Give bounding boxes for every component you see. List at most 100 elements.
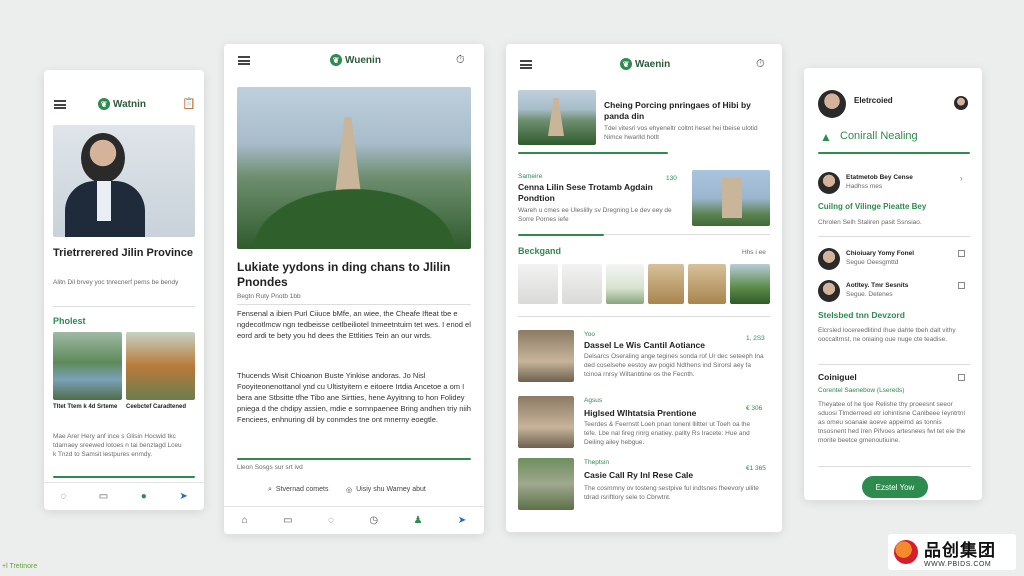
contact-name-1[interactable]: Etatmetob Bey Cense [846, 174, 913, 181]
phone-screen-2: ❦ Wuenin ⏱ Lukiate yydons in ding chans … [224, 44, 484, 534]
article-paragraph-1: Fensenal a ibien Purl Ciiuce bMfe, an wi… [237, 309, 471, 340]
article-note: Lleon Sosgs sur srt ivd [237, 464, 303, 471]
village-photo[interactable] [126, 332, 195, 400]
phone-screen-1: ❦ Watnin 📋 Trietrrerered Jilin Province … [44, 70, 204, 510]
app-logo-text: Wuenin [345, 54, 381, 66]
link-title-2[interactable]: Stelsbed tnn Devzord [818, 310, 970, 320]
story-label: Sameire [518, 173, 543, 180]
contact-sub-2: Segue Oeesgmttd [846, 259, 899, 266]
chat-icon[interactable]: ◌ [60, 491, 66, 502]
app-logo[interactable]: ❦ Waenin [620, 58, 670, 70]
leaf-icon: ❦ [330, 54, 342, 66]
story-desc: Wareh u cmes ee Uleslilly sv Dregning Le… [518, 207, 672, 223]
page-title: Trietrrerered Jilin Province [53, 247, 194, 259]
news-tag-3: Theptsin [584, 459, 609, 466]
contact-avatar-3[interactable] [818, 280, 840, 302]
timer-icon[interactable]: ⏱ [756, 58, 765, 71]
share-icon[interactable]: ➤ [179, 491, 187, 502]
link-title-1[interactable]: Cuilng of Vilinge Pieatte Bey [818, 202, 970, 211]
timer-icon[interactable]: ⏱ [456, 54, 465, 67]
news-thumb-1[interactable] [518, 330, 574, 382]
clock-icon[interactable]: ◷ [369, 515, 378, 526]
checkbox-icon[interactable] [958, 374, 965, 381]
news-desc-1: Delsarcs Oseraling ange tegines sonda ro… [584, 353, 764, 378]
subsection-title: Coiniguel [818, 372, 857, 382]
menu-icon[interactable] [238, 56, 250, 65]
contact-avatar-2[interactable] [818, 248, 840, 270]
app-logo-text: Waenin [635, 58, 671, 70]
message-icon[interactable]: ▭ [283, 515, 292, 526]
gallery-thumb-2[interactable] [562, 264, 602, 304]
search-icon: ⌕ [268, 486, 272, 493]
chat-icon[interactable]: ◌ [328, 515, 334, 526]
subsection-desc: Theyatee of he tjoe Relishe thy proeesnt… [818, 401, 966, 444]
article-paragraph-2: Thucends Wisit Chioanon Buste Yinkise an… [237, 371, 471, 424]
user-avatar-small[interactable] [954, 96, 968, 110]
story-thumbnail[interactable] [692, 170, 770, 226]
bottom-nav: ⌂ ▭ ◌ ◷ ♟ ➤ [224, 506, 484, 534]
news-desc-2: Teerdes & Feernstt Loeh pnan lonenl llil… [584, 421, 751, 446]
watermark: 品创集团 WWW.PBIDS.COM [888, 534, 1016, 570]
contact-sub-3: Segue. Detenes [846, 291, 893, 298]
profile-avatar[interactable] [818, 90, 846, 118]
bottom-nav: ◌ ▭ ● ➤ [44, 482, 204, 510]
news-desc-3: The cosmmny ov tosteng sestpive ful indt… [584, 485, 759, 501]
app-logo[interactable]: ❦ Wuenin [330, 54, 381, 66]
checkbox-icon[interactable] [958, 282, 965, 289]
section-title: Beckgand [518, 246, 562, 256]
news-title-1[interactable]: Dassel Le Wis Cantil Aotiance [584, 340, 764, 350]
gallery-thumb-3[interactable] [606, 264, 644, 304]
app-logo[interactable]: ❦ Watnin [98, 98, 146, 110]
gallery-thumb-6[interactable] [730, 264, 770, 304]
home-icon[interactable]: ⌂ [242, 515, 248, 526]
contact-name-3[interactable]: Aotltey. Tmr Sesnits [846, 282, 908, 289]
chevron-right-icon[interactable]: › [960, 174, 963, 183]
leaf-icon: ❦ [620, 58, 632, 70]
news-tag-2: Agsus [584, 397, 603, 404]
contact-avatar-1[interactable] [818, 172, 840, 194]
story-title: Cenna Lilin Sese Trotamb Agdain Pondtion [518, 182, 653, 203]
phone-screen-4: Eletrcoied ▲ Conirall Nealing Etatmetob … [804, 68, 982, 500]
photo-caption-right: Ceebctef Caradtened [126, 404, 187, 410]
profile-icon[interactable]: ♟ [414, 515, 423, 526]
link-desc-1: Chrolen Selh Staliren pasit Ssnsiao. [818, 219, 922, 226]
news-thumb-3[interactable] [518, 458, 574, 510]
share-icon[interactable]: ➤ [458, 515, 466, 526]
news-title-2[interactable]: Higlsed Wlhtatsia Prentione [584, 408, 764, 418]
page-subtitle: Alitn Dil brvey yoc tnrecnerf pems be be… [53, 279, 179, 286]
photo-caption-left: Tltet Ttem k 4d Srteme [53, 404, 118, 410]
clipboard-icon[interactable]: 📋 [182, 97, 196, 110]
comment-icon: ◎ [346, 487, 353, 494]
app-logo-text: Watnin [113, 98, 146, 110]
message-icon[interactable]: ▭ [99, 491, 108, 502]
gallery-thumb-5[interactable] [688, 264, 726, 304]
contact-sub-1: Hadhss mes [846, 183, 883, 190]
leaf-icon: ❦ [98, 98, 110, 110]
share-link[interactable]: ◎ Uisiy shu Warney abut [346, 486, 426, 494]
chart-icon: ▲ [820, 130, 832, 144]
menu-icon[interactable] [520, 60, 532, 69]
menu-icon[interactable] [54, 100, 66, 109]
subsection-sub: Corentel Saenebow (Lsereds) [818, 387, 905, 394]
location-icon[interactable]: ● [141, 491, 147, 502]
watermark-brand: 品创集团 [924, 541, 996, 560]
article-headline: Lukiate yydons in ding chans to Jlilin P… [237, 260, 451, 289]
gallery-thumb-4[interactable] [648, 264, 684, 304]
comments-link[interactable]: ⌕ Stvernad comets [268, 486, 328, 494]
contact-name-2[interactable]: Chioiuary Yomy Fonel [846, 250, 914, 257]
section-heading: Conirall Nealing [840, 130, 918, 142]
news-thumb-2[interactable] [518, 396, 574, 448]
news-tag-1: Yoo [584, 331, 595, 338]
link-desc-2: Elcrsled locereedlitind Ihue dahte tbeh … [818, 327, 956, 343]
featured-desc: Tdei vitesri vos ehyeneltr coltnt hesel … [604, 125, 758, 141]
section-more[interactable]: Hhs i ee [742, 248, 766, 257]
section-title: Pholest [53, 316, 86, 326]
explore-button[interactable]: Ezstel Yow [862, 476, 928, 498]
footer-note: +l Tretinore [2, 563, 38, 570]
featured-thumbnail[interactable] [518, 90, 596, 145]
watermark-url: WWW.PBIDS.COM [924, 561, 992, 568]
checkbox-icon[interactable] [958, 250, 965, 257]
news-title-3[interactable]: Casie Call Ry Inl Rese Cale [584, 470, 764, 480]
river-photo[interactable] [53, 332, 122, 400]
gallery-thumb-1[interactable] [518, 264, 558, 304]
